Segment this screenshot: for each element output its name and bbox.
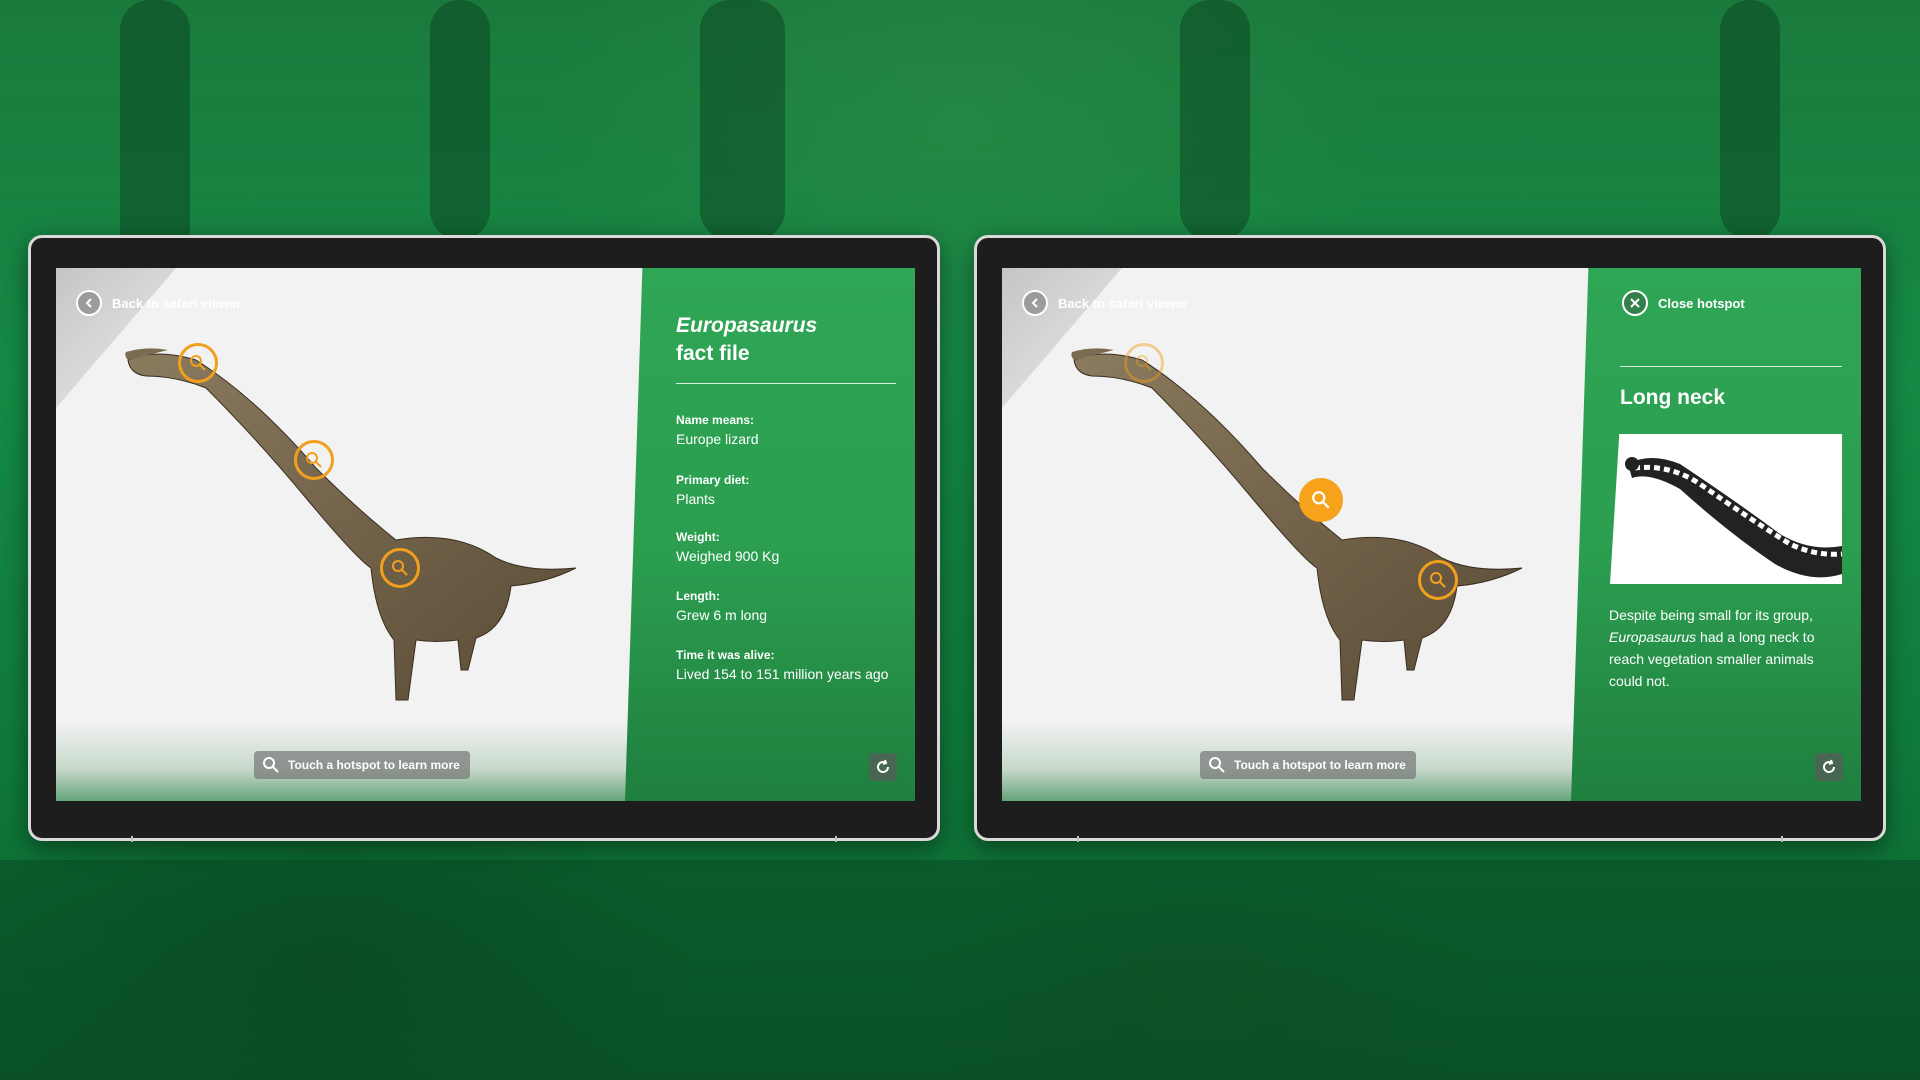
background-tree (1720, 0, 1780, 240)
chevron-left-icon (76, 290, 102, 316)
fact-label: Name means: (676, 413, 755, 427)
neck-skeleton-image (1610, 434, 1842, 584)
fact-value: Europe lizard (676, 431, 759, 447)
close-icon (1622, 290, 1648, 316)
divider (1620, 366, 1842, 367)
close-hotspot-button[interactable]: Close hotspot (1622, 290, 1745, 316)
back-label: Back to safari viewer (1058, 295, 1188, 311)
chevron-left-icon (1022, 290, 1048, 316)
right-monitor: Back to safari viewer Close hotspot Long… (974, 235, 1886, 842)
fact-value: Grew 6 m long (676, 607, 768, 623)
search-icon (392, 560, 408, 576)
left-monitor: Back to safari viewer Europasaurus fact … (28, 235, 940, 842)
monitor-foot (1781, 836, 1783, 842)
hotspot-neck-active[interactable] (1299, 478, 1343, 522)
description-species: Europasaurus (1609, 629, 1697, 645)
search-icon (263, 757, 279, 773)
search-icon (1312, 491, 1330, 509)
fact-value: Weighed 900 Kg (676, 548, 780, 564)
back-to-safari-button[interactable]: Back to safari viewer (76, 290, 241, 316)
background-tree (120, 0, 190, 260)
background-tree (1180, 0, 1250, 240)
species-name: Europasaurus (676, 314, 818, 337)
refresh-button[interactable] (869, 753, 897, 781)
touch-hint-label: Touch a hotspot to learn more (288, 758, 460, 772)
refresh-icon (1823, 759, 1836, 773)
skeleton-illustration (1625, 457, 1842, 578)
fact-weight: Weight: Weighed 900 Kg (676, 530, 906, 564)
fact-value: Lived 154 to 151 million years ago (676, 666, 889, 682)
search-icon (1136, 355, 1152, 371)
background-tree (430, 0, 490, 240)
touch-hint-label: Touch a hotspot to learn more (1234, 758, 1406, 772)
refresh-icon (877, 759, 890, 773)
touch-hotspot-hint: Touch a hotspot to learn more (1200, 751, 1416, 779)
search-icon (1430, 572, 1446, 588)
fact-file-suffix: fact file (676, 342, 750, 365)
search-icon (1209, 757, 1225, 773)
fact-diet: Primary diet: Plants (676, 473, 906, 507)
fact-label: Weight: (676, 530, 720, 544)
back-to-safari-button[interactable]: Back to safari viewer (1022, 290, 1187, 316)
fact-length: Length: Grew 6 m long (676, 589, 906, 623)
fact-time-alive: Time it was alive: Lived 154 to 151 mill… (676, 648, 906, 682)
hotspot-neck-top[interactable] (178, 343, 218, 383)
hotspot-belly[interactable] (1418, 560, 1458, 600)
background-tree (700, 0, 785, 240)
fact-label: Length: (676, 589, 720, 603)
hotspot-title: Long neck (1620, 386, 1726, 409)
search-icon (306, 452, 322, 468)
fact-file-screen: Back to safari viewer Europasaurus fact … (56, 268, 915, 801)
monitor-foot (1077, 836, 1079, 842)
monitor-foot (835, 836, 837, 842)
background-foliage (0, 860, 1920, 1080)
description-part1: Despite being small for its group, (1609, 607, 1813, 623)
fact-name-means: Name means: Europe lizard (676, 413, 906, 447)
touch-hotspot-hint: Touch a hotspot to learn more (254, 751, 470, 779)
hotspot-neck[interactable] (294, 440, 334, 480)
hotspot-description: Despite being small for its group, Europ… (1609, 604, 1844, 692)
refresh-button[interactable] (1815, 753, 1843, 781)
fact-file-title: Europasaurus fact file (676, 312, 896, 368)
fact-label: Primary diet: (676, 473, 750, 487)
fact-label: Time it was alive: (676, 648, 775, 662)
divider (676, 383, 896, 384)
close-label: Close hotspot (1658, 295, 1745, 311)
hotspot-neck-top[interactable] (1124, 343, 1164, 383)
monitor-foot (131, 836, 133, 842)
hotspot-screen: Back to safari viewer Close hotspot Long… (1002, 268, 1861, 801)
hotspot-belly[interactable] (380, 548, 420, 588)
fact-value: Plants (676, 491, 715, 507)
search-icon (190, 355, 206, 371)
back-label: Back to safari viewer (112, 295, 242, 311)
